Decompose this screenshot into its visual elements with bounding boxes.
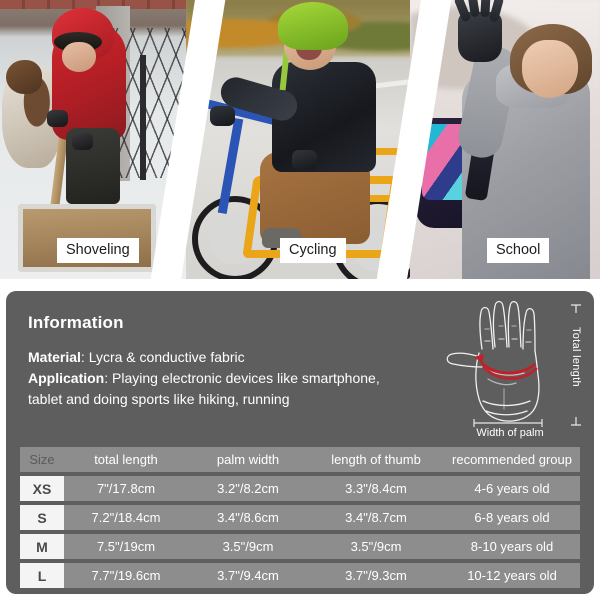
cell-total-length: 7.5"/19cm <box>64 534 188 559</box>
glove-left <box>210 106 235 126</box>
cell-palm-width: 3.4"/8.6cm <box>188 505 308 530</box>
table-header-row: Size total length palm width length of t… <box>20 447 580 472</box>
cell-thumb: 3.7"/9.3cm <box>308 563 444 588</box>
glove-right <box>292 150 317 170</box>
table-row: S 7.2"/18.4cm 3.4"/8.6cm 3.4"/8.7cm 6-8 … <box>20 505 580 530</box>
child-face <box>62 42 96 72</box>
cell-group: 8-10 years old <box>444 534 580 559</box>
table-row: M 7.5"/19cm 3.5"/9cm 3.5"/9cm 8-10 years… <box>20 534 580 559</box>
cell-size: XS <box>20 476 64 501</box>
total-length-measure <box>571 304 581 426</box>
application-line: Application: Playing electronic devices … <box>28 368 458 389</box>
caption-cycling: Cycling <box>280 237 346 263</box>
fence-post <box>140 55 146 180</box>
hand-measurement-diagram: Total length Width of palm <box>438 297 586 439</box>
green-helmet <box>278 2 348 50</box>
material-line: Material: Lycra & conductive fabric <box>28 347 458 368</box>
caption-school: School <box>487 237 550 263</box>
material-label: Material <box>28 349 81 365</box>
cell-thumb: 3.3"/8.4cm <box>308 476 444 501</box>
information-panel: Information Material: Lycra & conductive… <box>6 291 594 594</box>
dog-head <box>6 60 42 94</box>
width-of-palm-label: Width of palm <box>476 427 544 439</box>
size-chart-table: Size total length palm width length of t… <box>20 443 580 592</box>
cell-total-length: 7.7"/19.6cm <box>64 563 188 588</box>
strip-base-edge <box>0 279 600 285</box>
glove-upper <box>47 110 68 127</box>
girl-face <box>522 40 578 98</box>
application-value: : Playing electronic devices like smartp… <box>104 370 380 386</box>
information-heading: Information <box>28 313 124 332</box>
cell-thumb: 3.4"/8.7cm <box>308 505 444 530</box>
header-total-length: total length <box>64 447 188 472</box>
lifestyle-photo-strip: Shoveling Cycling School <box>0 0 600 285</box>
header-recommended-group: recommended group <box>444 447 580 472</box>
caption-shoveling: Shoveling <box>57 237 139 263</box>
cell-palm-width: 3.7"/9.4cm <box>188 563 308 588</box>
table-row: XS 7"/17.8cm 3.2"/8.2cm 3.3"/8.4cm 4-6 y… <box>20 476 580 501</box>
information-block: Information Material: Lycra & conductive… <box>28 313 458 410</box>
header-length-of-thumb: length of thumb <box>308 447 444 472</box>
cell-palm-width: 3.2"/8.2cm <box>188 476 308 501</box>
cell-thumb: 3.5"/9cm <box>308 534 444 559</box>
application-label: Application <box>28 370 105 386</box>
cell-group: 10-12 years old <box>444 563 580 588</box>
header-size: Size <box>20 447 64 472</box>
application-line-2: tablet and doing sports like hiking, run… <box>28 391 290 407</box>
cell-group: 6-8 years old <box>444 505 580 530</box>
cell-total-length: 7"/17.8cm <box>64 476 188 501</box>
cell-group: 4-6 years old <box>444 476 580 501</box>
glove-lower <box>72 133 93 150</box>
cell-size: M <box>20 534 64 559</box>
header-palm-width: palm width <box>188 447 308 472</box>
hand-diagram-svg <box>446 300 543 427</box>
cell-total-length: 7.2"/18.4cm <box>64 505 188 530</box>
cell-size: S <box>20 505 64 530</box>
material-value: : Lycra & conductive fabric <box>80 349 245 365</box>
table-row: L 7.7"/19.6cm 3.7"/9.4cm 3.7"/9.3cm 10-1… <box>20 563 580 588</box>
cell-size: L <box>20 563 64 588</box>
cell-palm-width: 3.5"/9cm <box>188 534 308 559</box>
